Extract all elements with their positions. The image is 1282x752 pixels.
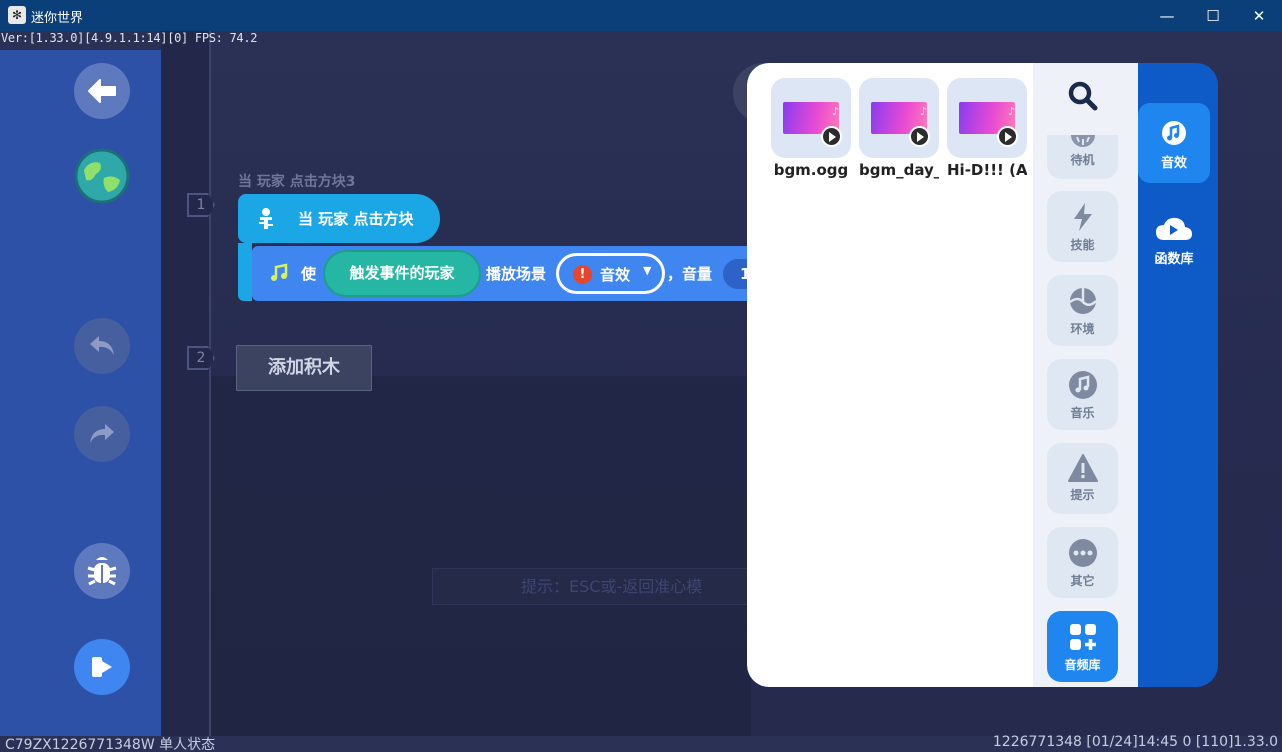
add-block-button[interactable]: 添加积木 xyxy=(236,345,372,391)
tab-sound-effects[interactable]: 音效 xyxy=(1138,103,1210,183)
search-button[interactable] xyxy=(1067,80,1099,112)
category-music[interactable]: 音乐 xyxy=(1047,359,1118,430)
sound-card[interactable]: ♪ bgm_day_ xyxy=(859,78,939,179)
category-other[interactable]: 其它 xyxy=(1047,527,1118,598)
arrow-left-icon xyxy=(88,79,116,103)
cloud-play-icon xyxy=(1156,217,1192,240)
tab-label: 函数库 xyxy=(1154,252,1194,267)
category-label: 待机 xyxy=(1070,153,1095,167)
search-icon xyxy=(1068,81,1098,111)
category-label: 环境 xyxy=(1070,322,1095,336)
sound-thumbnail: ♪ xyxy=(859,78,939,158)
sound-thumbnail: ♪ xyxy=(771,78,851,158)
lightning-icon xyxy=(1073,203,1092,231)
sound-dropdown[interactable]: ! 音效 ▼ xyxy=(556,253,665,294)
action-text-play: 播放场景 xyxy=(486,265,547,283)
environment-icon xyxy=(1068,288,1097,314)
tab-label: 音效 xyxy=(1160,156,1187,171)
sound-card[interactable]: ♪ Hi-D!!! (A xyxy=(947,78,1027,179)
hint-text: 提示：ESC或-返回准心模 xyxy=(432,568,762,605)
category-audio-library[interactable]: 音频库 xyxy=(1047,611,1118,682)
minimize-button[interactable]: — xyxy=(1144,0,1190,31)
more-icon xyxy=(1068,539,1097,567)
sound-name: bgm.ogg xyxy=(773,161,849,179)
redo-button[interactable] xyxy=(74,406,130,462)
player-icon xyxy=(259,208,273,229)
redo-icon xyxy=(90,424,114,443)
undo-button[interactable] xyxy=(74,318,130,374)
line-gutter xyxy=(161,31,211,736)
action-text-volume: ，音量 xyxy=(667,265,713,283)
event-label: 当 玩家 点击方块 xyxy=(298,210,414,228)
music-note-icon xyxy=(1068,371,1097,399)
app-logo-icon: ✻ xyxy=(8,6,26,24)
category-label: 音频库 xyxy=(1064,658,1101,672)
sound-thumbnail: ♪ xyxy=(947,78,1027,158)
panel-tabs: 音效 函数库 xyxy=(1138,63,1218,687)
warning-icon: ! xyxy=(573,265,592,284)
category-label: 音乐 xyxy=(1070,406,1095,420)
window-titlebar: ✻ 迷你世界 — ☐ ✕ xyxy=(0,0,1282,31)
event-block-body xyxy=(238,243,252,301)
sound-panel: ♪ bgm.ogg ♪ bgm_day_ ♪ Hi-D!!! (A 待机 技能 … xyxy=(747,63,1218,687)
music-note-icon xyxy=(1162,121,1186,145)
sound-name: bgm_day_ xyxy=(859,161,939,179)
canvas-shade xyxy=(211,376,751,736)
status-left: C79ZX1226771348W 单人状态 xyxy=(5,737,216,752)
category-skill[interactable]: 技能 xyxy=(1047,191,1118,262)
event-block[interactable]: 当 玩家 点击方块 xyxy=(238,194,440,243)
category-label: 其它 xyxy=(1070,574,1095,588)
play-icon[interactable] xyxy=(997,126,1018,147)
chevron-down-icon: ▼ xyxy=(643,264,652,277)
play-icon xyxy=(92,657,112,677)
category-tips[interactable]: 提示 xyxy=(1047,443,1118,514)
left-sidebar xyxy=(0,50,161,736)
sound-value: 音效 xyxy=(600,266,631,284)
event-caption: 当 玩家 点击方块3 xyxy=(238,174,356,190)
status-right: 1226771348 [01/24]14:45 0 [110]1.33.0 xyxy=(992,734,1278,750)
debug-button[interactable] xyxy=(74,543,130,599)
undo-icon xyxy=(90,336,114,355)
maximize-button[interactable]: ☐ xyxy=(1190,0,1236,31)
run-button[interactable] xyxy=(74,639,130,695)
library-icon xyxy=(1069,624,1096,650)
sound-name: Hi-D!!! (A xyxy=(947,161,1027,179)
globe-icon xyxy=(74,148,130,204)
tab-function-library[interactable]: 函数库 xyxy=(1138,199,1210,279)
bug-icon xyxy=(87,557,117,586)
category-idle[interactable]: 待机 xyxy=(1047,135,1118,179)
close-button[interactable]: ✕ xyxy=(1236,0,1282,31)
music-note-icon xyxy=(271,263,288,281)
back-button[interactable] xyxy=(74,63,130,119)
window-title: 迷你世界 xyxy=(31,11,84,26)
play-icon[interactable] xyxy=(821,126,842,147)
idle-icon xyxy=(1070,135,1095,147)
category-label: 提示 xyxy=(1070,488,1095,502)
target-player-slot[interactable]: 触发事件的玩家 xyxy=(323,250,481,297)
play-icon[interactable] xyxy=(909,126,930,147)
category-environment[interactable]: 环境 xyxy=(1047,275,1118,346)
world-button[interactable] xyxy=(74,148,130,204)
sound-card[interactable]: ♪ bgm.ogg xyxy=(771,78,851,179)
warning-icon xyxy=(1067,454,1098,482)
version-fps-readout: Ver:[1.33.0][4.9.1.1:14][0] FPS: 74.2 xyxy=(1,31,258,45)
category-label: 技能 xyxy=(1070,238,1095,252)
action-verb: 使 xyxy=(301,265,317,283)
